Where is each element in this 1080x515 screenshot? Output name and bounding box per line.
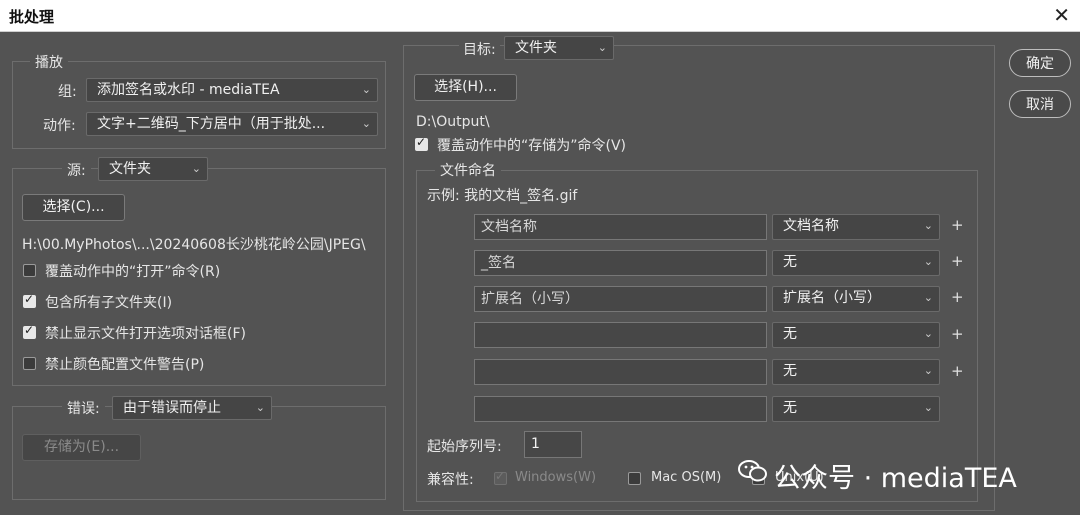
naming-select-1[interactable]: 文档名称 ⌄ [772, 214, 940, 240]
source-type-value: 文件夹 [109, 161, 151, 177]
naming-field-2[interactable]: _签名 [474, 250, 767, 276]
watermark-text: 公众号 · mediaTEA [774, 463, 1017, 494]
play-legend: 播放 [30, 52, 68, 72]
add-row-icon[interactable]: + [951, 288, 964, 306]
compat-label: 兼容性: [427, 472, 474, 488]
override-save-checkbox[interactable] [415, 135, 428, 151]
chevron-down-icon: ⌄ [361, 83, 371, 96]
include-subfolders-checkbox[interactable] [23, 292, 36, 308]
chevron-down-icon: ⌄ [923, 401, 933, 414]
override-open-label: 覆盖动作中的“打开”命令(R) [45, 264, 221, 280]
naming-select-2[interactable]: 无 ⌄ [772, 250, 940, 276]
naming-select-4-value: 无 [783, 326, 797, 342]
window-title: 批处理 [9, 8, 55, 26]
target-type-select[interactable]: 文件夹 ⌄ [504, 36, 614, 60]
source-legend: 源: [62, 160, 91, 180]
naming-select-5-value: 无 [783, 363, 797, 379]
chevron-down-icon: ⌄ [923, 219, 933, 232]
source-path: H:\00.MyPhotos\...\20240608长沙桃花岭公园\JPEG\ [22, 237, 366, 253]
chevron-down-icon: ⌄ [923, 327, 933, 340]
suppress-open-dialog-label: 禁止显示文件打开选项对话框(F) [45, 326, 246, 342]
chevron-down-icon: ⌄ [597, 41, 607, 54]
naming-select-3[interactable]: 扩展名（小写） ⌄ [772, 286, 940, 312]
add-row-icon[interactable]: + [951, 325, 964, 343]
naming-select-1-value: 文档名称 [783, 218, 839, 234]
chevron-down-icon: ⌄ [923, 255, 933, 268]
naming-field-6[interactable] [474, 396, 767, 422]
action-select[interactable]: 文字+二维码_下方居中（用于批处... ⌄ [86, 112, 378, 136]
compat-windows-checkbox [494, 469, 507, 485]
add-row-icon[interactable]: + [951, 362, 964, 380]
add-row-icon[interactable]: + [951, 252, 964, 270]
errors-save-as-button[interactable]: 存储为(E)... [22, 434, 141, 461]
add-row-icon[interactable]: + [951, 216, 964, 234]
include-subfolders-label: 包含所有子文件夹(I) [45, 295, 173, 311]
errors-select-value: 由于错误而停止 [123, 400, 221, 416]
naming-field-1[interactable]: 文档名称 [474, 214, 767, 240]
naming-select-2-value: 无 [783, 254, 797, 270]
naming-example: 示例: 我的文档_签名.gif [427, 188, 578, 204]
serial-label: 起始序列号: [427, 439, 502, 455]
close-icon[interactable]: ✕ [1053, 3, 1070, 27]
override-save-label: 覆盖动作中的“存储为”命令(V) [437, 138, 627, 154]
chevron-down-icon: ⌄ [923, 364, 933, 377]
naming-select-6-value: 无 [783, 400, 797, 416]
naming-field-4[interactable] [474, 322, 767, 348]
naming-legend: 文件命名 [435, 160, 501, 180]
chevron-down-icon: ⌄ [255, 401, 265, 414]
target-choose-button[interactable]: 选择(H)... [414, 74, 517, 101]
errors-legend: 错误: [62, 398, 105, 418]
naming-field-5[interactable] [474, 359, 767, 385]
naming-field-3[interactable]: 扩展名（小写） [474, 286, 767, 312]
action-label: 动作: [43, 118, 76, 134]
suppress-color-warning-checkbox[interactable] [23, 357, 36, 370]
chevron-down-icon: ⌄ [361, 117, 371, 130]
chevron-down-icon: ⌄ [923, 291, 933, 304]
target-type-value: 文件夹 [515, 40, 557, 56]
ok-button[interactable]: 确定 [1009, 49, 1071, 77]
group-select-value: 添加签名或水印 - mediaTEA [97, 82, 280, 98]
target-path: D:\Output\ [416, 114, 490, 130]
chevron-down-icon: ⌄ [191, 162, 201, 175]
target-label: 目标: [459, 39, 500, 59]
cancel-button[interactable]: 取消 [1009, 90, 1071, 118]
naming-select-5[interactable]: 无 ⌄ [772, 359, 940, 385]
title-bar: 批处理 ✕ [0, 0, 1080, 32]
naming-select-3-value: 扩展名（小写） [783, 290, 881, 306]
serial-input[interactable]: 1 [524, 431, 582, 458]
errors-select[interactable]: 由于错误而停止 ⌄ [112, 396, 272, 420]
suppress-color-warning-label: 禁止颜色配置文件警告(P) [45, 357, 205, 373]
group-select[interactable]: 添加签名或水印 - mediaTEA ⌄ [86, 78, 378, 102]
compat-windows-label: Windows(W) [515, 470, 597, 485]
naming-select-4[interactable]: 无 ⌄ [772, 322, 940, 348]
group-label: 组: [58, 84, 77, 100]
source-choose-button[interactable]: 选择(C)... [22, 194, 125, 221]
naming-select-6[interactable]: 无 ⌄ [772, 396, 940, 422]
compat-mac-checkbox[interactable] [628, 472, 641, 485]
action-select-value: 文字+二维码_下方居中（用于批处... [97, 116, 326, 132]
source-type-select[interactable]: 文件夹 ⌄ [98, 157, 208, 181]
override-open-checkbox[interactable] [23, 264, 36, 277]
compat-mac-label: Mac OS(M) [651, 470, 722, 485]
wechat-icon [738, 460, 767, 482]
suppress-open-dialog-checkbox[interactable] [23, 323, 36, 339]
